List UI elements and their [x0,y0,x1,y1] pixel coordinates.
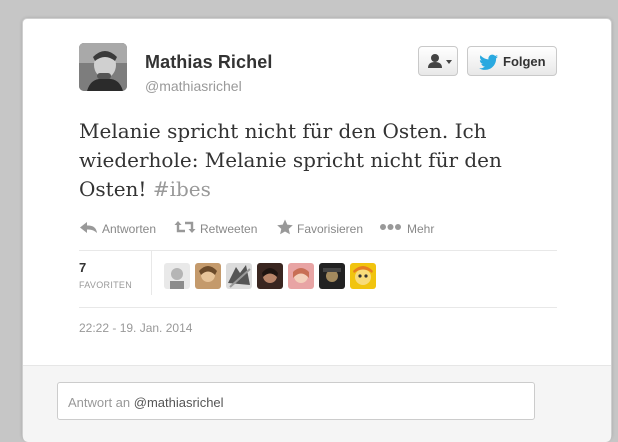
retweet-label: Retweeten [200,222,258,236]
reply-placeholder-prefix: Antwort an [68,395,134,410]
reply-input[interactable]: Antwort an @mathiasrichel [57,382,535,420]
favoriter-avatar[interactable] [288,263,314,289]
tweet-line: Osten! #ibes [79,175,559,204]
author-handle[interactable]: @mathiasrichel [145,78,242,94]
author-name[interactable]: Mathias Richel [145,52,272,73]
favorites-count[interactable]: 7 [79,260,86,275]
favoriter-avatar[interactable] [257,263,283,289]
tweet-line: wiederhole: Melanie spricht nicht für de… [79,148,502,172]
stats-divider [151,251,152,295]
tweet-timestamp[interactable]: 22:22 - 19. Jan. 2014 [79,321,192,335]
star-icon [277,219,293,235]
retweet-icon [174,221,196,233]
favoriter-avatar[interactable] [164,263,190,289]
favorite-label: Favorisieren [297,222,364,236]
twitter-bird-icon [479,54,499,70]
divider [79,307,557,308]
reply-placeholder: Antwort an @mathiasrichel [68,395,224,410]
more-dots-icon [380,224,401,230]
more-label: Mehr [407,222,435,236]
favorites-label: FAVORITEN [79,280,133,290]
favoriter-avatar[interactable] [226,263,252,289]
reply-section: Antwort an @mathiasrichel [23,365,611,442]
follow-label: Folgen [503,54,546,69]
tweet-card: Mathias Richel @mathiasrichel Folgen Mel… [22,18,612,442]
author-avatar[interactable] [79,43,127,91]
tweet-line-text: Osten! [79,177,153,201]
reply-label: Antworten [102,222,157,236]
tweet-text: Melanie spricht nicht für den Osten. Ich… [79,117,559,204]
user-dropdown-icon [428,54,452,68]
tweet-line: Melanie spricht nicht für den Osten. Ich [79,119,487,143]
hashtag-link[interactable]: #ibes [153,177,211,201]
favoriter-avatar[interactable] [350,263,376,289]
favoriter-avatar[interactable] [319,263,345,289]
user-actions-button[interactable] [418,46,458,76]
avatar-photo [79,43,127,91]
reply-icon [80,222,97,233]
follow-button[interactable]: Folgen [467,46,557,76]
reply-mention: @mathiasrichel [133,395,224,410]
favoriter-avatar[interactable] [195,263,221,289]
